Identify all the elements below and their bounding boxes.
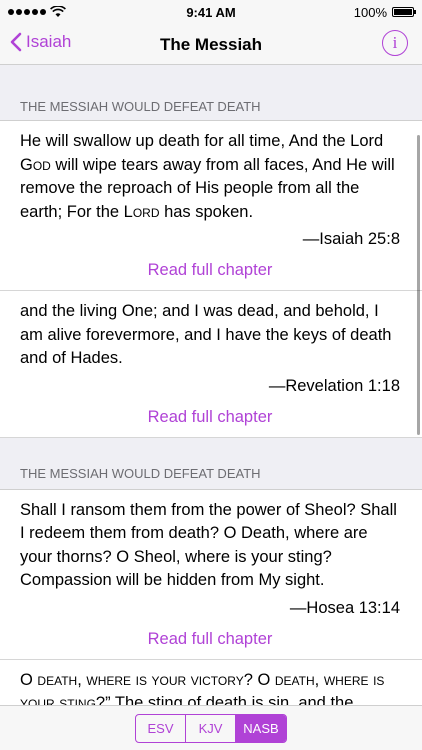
battery-icon	[392, 7, 416, 17]
verse-reference: —Hosea 13:14	[289, 598, 400, 617]
read-full-chapter-link[interactable]: Read full chapter	[20, 249, 400, 290]
battery-percent: 100%	[353, 4, 387, 20]
section-header: THE MESSIAH WOULD DEFEAT DEATH	[0, 437, 422, 490]
version-segmented-control: ESV KJV NASB	[135, 713, 287, 743]
navigation-bar: Isaiah The Messiah i	[0, 24, 422, 65]
battery-fill	[394, 9, 412, 15]
verse-text: Shall I ransom them from the power of Sh…	[20, 500, 397, 590]
wifi-icon	[50, 6, 66, 17]
verse-text: O death, where is your victory? O death,…	[20, 670, 385, 706]
section-header: THE MESSIAH WOULD DEFEAT DEATH	[0, 65, 422, 121]
page-title: The Messiah	[159, 35, 263, 54]
read-full-chapter-link[interactable]: Read full chapter	[20, 618, 400, 659]
verse-list[interactable]: THE MESSIAH WOULD DEFEAT DEATH He will s…	[0, 65, 422, 705]
info-button[interactable]: i	[382, 30, 408, 56]
verse-reference: —Revelation 1:18	[268, 376, 400, 395]
verse-text: and the living One; and I was dead, and …	[20, 302, 392, 367]
signal-strength-icon	[8, 9, 46, 15]
segment-kjv[interactable]: KJV	[186, 714, 236, 742]
verse-cell: O death, where is your victory? O death,…	[0, 660, 422, 706]
verse-reference: —Isaiah 25:8	[302, 230, 400, 248]
segment-nasb[interactable]: NASB	[236, 714, 286, 742]
read-full-chapter-link[interactable]: Read full chapter	[20, 396, 400, 437]
segment-esv[interactable]: ESV	[136, 714, 186, 742]
verse-cell: He will swallow up death for all time, A…	[0, 121, 422, 291]
bottom-toolbar: ESV KJV NASB	[0, 705, 422, 750]
info-icon: i	[392, 33, 398, 52]
scrollbar[interactable]	[417, 135, 420, 435]
battery-area: 100%	[353, 4, 416, 20]
verse-text: He will swallow up death for all time, A…	[20, 132, 395, 221]
signal-area	[8, 6, 66, 18]
status-bar: 9:41 AM 100%	[0, 0, 422, 24]
verse-cell: Shall I ransom them from the power of Sh…	[0, 490, 422, 660]
verse-cell: and the living One; and I was dead, and …	[0, 291, 422, 438]
